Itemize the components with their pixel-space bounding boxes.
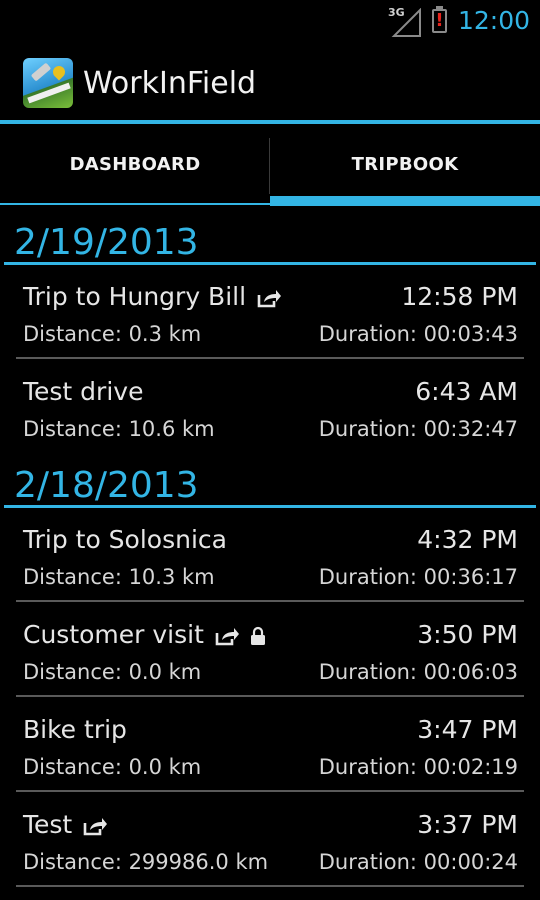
- tab-dashboard[interactable]: DASHBOARD: [0, 124, 270, 206]
- trip-item[interactable]: Test drive 6:43 AM Distance: 10.6 km Dur…: [0, 359, 540, 449]
- trip-name: Test drive: [23, 377, 144, 406]
- trip-distance: Distance: 0.3 km: [23, 322, 202, 346]
- trip-name: Customer visit: [23, 620, 204, 649]
- trip-name-row: Trip to Hungry Bill: [23, 282, 282, 311]
- trip-time: 6:43 AM: [415, 377, 518, 406]
- trip-time: 3:37 PM: [417, 810, 518, 839]
- tab-tripbook[interactable]: TRIPBOOK: [270, 124, 540, 206]
- tripbook-list[interactable]: 2/19/2013 Trip to Hungry Bill 12:58 PM D…: [0, 206, 540, 887]
- app-title: WorkInField: [83, 66, 257, 101]
- tab-underline-dashboard: [0, 203, 270, 205]
- share-icon: [83, 818, 108, 836]
- trip-duration: Duration: 00:36:17: [318, 565, 518, 589]
- trip-duration: Duration: 00:02:19: [318, 755, 518, 779]
- trip-item[interactable]: Trip to Solosnica 4:32 PM Distance: 10.3…: [0, 507, 540, 602]
- date-header-label: 2/19/2013: [14, 222, 199, 263]
- status-clock: 12:00: [458, 6, 531, 35]
- trip-item[interactable]: Test 3:37 PM Distance: 299986.0 km Durat…: [0, 792, 540, 887]
- date-header: 2/19/2013: [0, 206, 540, 265]
- battery-alert-icon: !: [435, 10, 444, 31]
- status-bar: 3G ! 12:00: [0, 0, 540, 44]
- app-logo-icon[interactable]: [23, 58, 73, 108]
- trip-name: Bike trip: [23, 715, 127, 744]
- trip-duration: Duration: 00:06:03: [318, 660, 518, 684]
- tab-underline-tripbook-selected: [270, 196, 540, 206]
- trip-distance: Distance: 0.0 km: [23, 660, 202, 684]
- list-divider: [16, 885, 524, 887]
- trip-distance: Distance: 10.6 km: [23, 417, 215, 441]
- trip-duration: Duration: 00:03:43: [318, 322, 518, 346]
- lock-icon: [250, 626, 265, 645]
- trip-duration: Duration: 00:00:24: [318, 850, 518, 874]
- trip-time: 12:58 PM: [401, 282, 518, 311]
- trip-time: 3:50 PM: [417, 620, 518, 649]
- trip-time: 4:32 PM: [417, 525, 518, 554]
- trip-item[interactable]: Bike trip 3:47 PM Distance: 0.0 km Durat…: [0, 697, 540, 792]
- date-header: 2/18/2013: [0, 449, 540, 508]
- share-icon: [257, 290, 282, 308]
- date-header-label: 2/18/2013: [14, 465, 199, 506]
- trip-name: Test: [23, 810, 73, 839]
- share-icon: [215, 628, 239, 646]
- trip-distance: Distance: 10.3 km: [23, 565, 215, 589]
- trip-time: 3:47 PM: [417, 715, 518, 744]
- trip-item[interactable]: Customer visit 3:50 PM Distance: 0.0 km …: [0, 602, 540, 697]
- trip-name: Trip to Hungry Bill: [23, 282, 247, 311]
- trip-item[interactable]: Trip to Hungry Bill 12:58 PM Distance: 0…: [0, 264, 540, 359]
- trip-name: Trip to Solosnica: [23, 525, 227, 554]
- trip-distance: Distance: 299986.0 km: [23, 850, 269, 874]
- network-type-label: 3G: [388, 6, 405, 19]
- action-bar: WorkInField: [0, 44, 540, 122]
- trip-name-row: Customer visit: [23, 620, 266, 649]
- trip-duration: Duration: 00:32:47: [318, 417, 518, 441]
- trip-distance: Distance: 0.0 km: [23, 755, 202, 779]
- tab-bar: DASHBOARD TRIPBOOK: [0, 124, 540, 206]
- trip-name-row: Test: [23, 810, 108, 839]
